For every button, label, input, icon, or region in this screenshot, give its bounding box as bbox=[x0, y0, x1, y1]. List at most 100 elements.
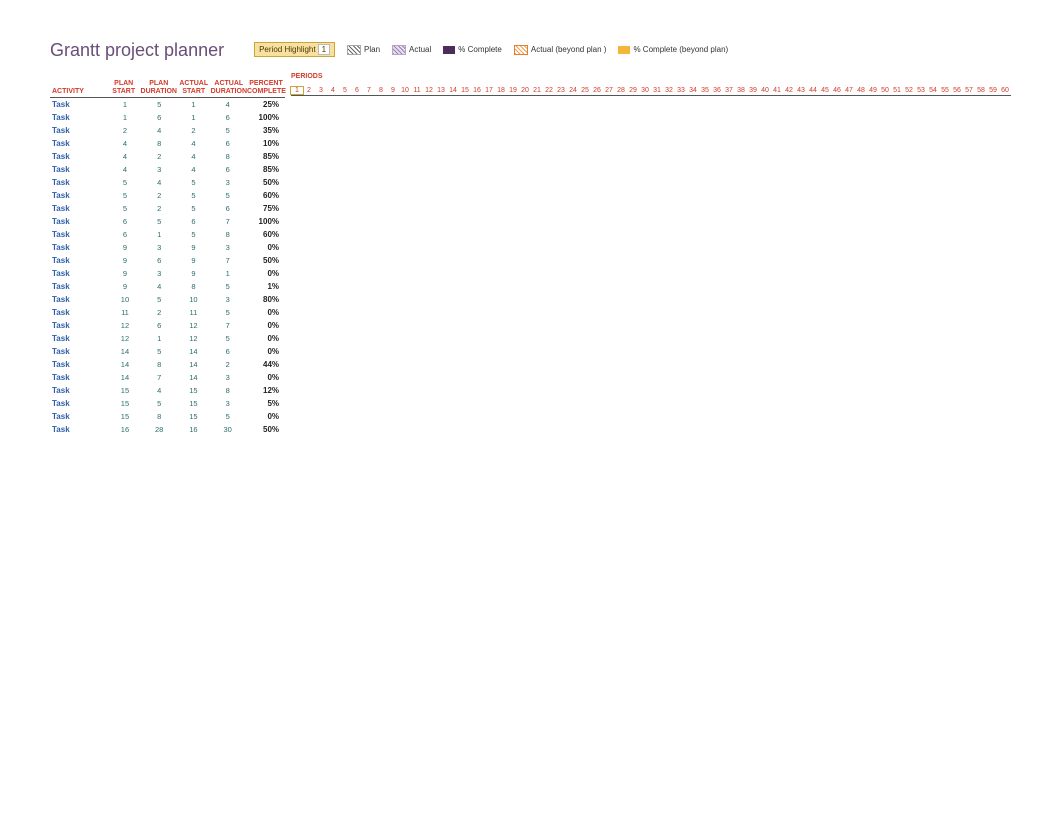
period-number[interactable]: 27 bbox=[603, 87, 615, 94]
period-number[interactable]: 51 bbox=[891, 87, 903, 94]
period-number[interactable]: 28 bbox=[615, 87, 627, 94]
period-number[interactable]: 13 bbox=[435, 87, 447, 94]
period-number[interactable]: 44 bbox=[807, 87, 819, 94]
period-number[interactable]: 58 bbox=[975, 87, 987, 94]
period-number[interactable]: 17 bbox=[483, 87, 495, 94]
table-row[interactable]: Task1628163050% bbox=[50, 423, 285, 436]
table-row[interactable]: Task424885% bbox=[50, 150, 285, 163]
period-number[interactable]: 57 bbox=[963, 87, 975, 94]
table-row[interactable]: Task94851% bbox=[50, 280, 285, 293]
period-number[interactable]: 21 bbox=[531, 87, 543, 94]
period-number[interactable]: 60 bbox=[999, 87, 1011, 94]
period-number[interactable]: 29 bbox=[627, 87, 639, 94]
period-number[interactable]: 56 bbox=[951, 87, 963, 94]
table-row[interactable]: Task615860% bbox=[50, 228, 285, 241]
table-row[interactable]: Task545350% bbox=[50, 176, 285, 189]
period-number[interactable]: 22 bbox=[543, 87, 555, 94]
period-number[interactable]: 30 bbox=[639, 87, 651, 94]
period-number[interactable]: 55 bbox=[939, 87, 951, 94]
period-number[interactable]: 50 bbox=[879, 87, 891, 94]
table-row[interactable]: Task10510380% bbox=[50, 293, 285, 306]
period-number[interactable]: 34 bbox=[687, 87, 699, 94]
period-highlight-box[interactable]: Period Highlight 1 bbox=[254, 42, 335, 57]
period-number[interactable]: 43 bbox=[795, 87, 807, 94]
period-number[interactable]: 37 bbox=[723, 87, 735, 94]
cell-actual-start: 9 bbox=[176, 256, 210, 265]
table-row[interactable]: Task525675% bbox=[50, 202, 285, 215]
period-number[interactable]: 5 bbox=[339, 87, 351, 94]
cell-plan-start: 9 bbox=[108, 256, 142, 265]
cell-actual-start: 5 bbox=[176, 191, 210, 200]
table-row[interactable]: Task484610% bbox=[50, 137, 285, 150]
period-number[interactable]: 24 bbox=[567, 87, 579, 94]
period-number[interactable]: 32 bbox=[663, 87, 675, 94]
cell-activity: Task bbox=[50, 243, 108, 252]
period-number[interactable]: 25 bbox=[579, 87, 591, 94]
table-row[interactable]: Task15415812% bbox=[50, 384, 285, 397]
period-number[interactable]: 8 bbox=[375, 87, 387, 94]
period-number[interactable]: 59 bbox=[987, 87, 999, 94]
period-number[interactable]: 31 bbox=[651, 87, 663, 94]
period-number[interactable]: 48 bbox=[855, 87, 867, 94]
period-number[interactable]: 16 bbox=[471, 87, 483, 94]
period-number[interactable]: 39 bbox=[747, 87, 759, 94]
table-row[interactable]: Task14814244% bbox=[50, 358, 285, 371]
period-number[interactable]: 20 bbox=[519, 87, 531, 94]
period-number[interactable]: 10 bbox=[399, 87, 411, 94]
table-row[interactable]: Task1211250% bbox=[50, 332, 285, 345]
table-row[interactable]: Task969750% bbox=[50, 254, 285, 267]
period-number[interactable]: 40 bbox=[759, 87, 771, 94]
cell-plan-start: 5 bbox=[108, 204, 142, 213]
table-row[interactable]: Task1471430% bbox=[50, 371, 285, 384]
table-row[interactable]: Task1581550% bbox=[50, 410, 285, 423]
table-row[interactable]: Task93930% bbox=[50, 241, 285, 254]
cell-plan-duration: 5 bbox=[142, 295, 176, 304]
period-number[interactable]: 7 bbox=[363, 87, 375, 94]
table-row[interactable]: Task151425% bbox=[50, 98, 285, 111]
cell-actual-start: 4 bbox=[176, 165, 210, 174]
table-row[interactable]: Task434685% bbox=[50, 163, 285, 176]
cell-percent-complete: 0% bbox=[245, 334, 285, 343]
period-number[interactable]: 11 bbox=[411, 87, 423, 94]
period-number[interactable]: 6 bbox=[351, 87, 363, 94]
table-row[interactable]: Task242535% bbox=[50, 124, 285, 137]
period-number[interactable]: 54 bbox=[927, 87, 939, 94]
table-row[interactable]: Task93910% bbox=[50, 267, 285, 280]
period-number[interactable]: 12 bbox=[423, 87, 435, 94]
period-number[interactable]: 47 bbox=[843, 87, 855, 94]
period-number[interactable]: 46 bbox=[831, 87, 843, 94]
table-row[interactable]: Task1551535% bbox=[50, 397, 285, 410]
period-number[interactable]: 33 bbox=[675, 87, 687, 94]
period-number[interactable]: 9 bbox=[387, 87, 399, 94]
period-number[interactable]: 38 bbox=[735, 87, 747, 94]
table-row[interactable]: Task6567100% bbox=[50, 215, 285, 228]
period-number[interactable]: 53 bbox=[915, 87, 927, 94]
period-number[interactable]: 14 bbox=[447, 87, 459, 94]
cell-actual-duration: 8 bbox=[211, 386, 245, 395]
cell-actual-duration: 7 bbox=[211, 321, 245, 330]
period-number[interactable]: 41 bbox=[771, 87, 783, 94]
table-row[interactable]: Task1451460% bbox=[50, 345, 285, 358]
header-plan-start: PLAN START bbox=[107, 80, 141, 95]
period-number[interactable]: 49 bbox=[867, 87, 879, 94]
period-number[interactable]: 15 bbox=[459, 87, 471, 94]
period-number[interactable]: 3 bbox=[315, 87, 327, 94]
period-number[interactable]: 2 bbox=[303, 87, 315, 94]
period-number[interactable]: 18 bbox=[495, 87, 507, 94]
period-number[interactable]: 42 bbox=[783, 87, 795, 94]
period-number[interactable]: 36 bbox=[711, 87, 723, 94]
period-number[interactable]: 45 bbox=[819, 87, 831, 94]
table-row[interactable]: Task525560% bbox=[50, 189, 285, 202]
period-highlight-value[interactable]: 1 bbox=[318, 44, 330, 55]
cell-actual-start: 15 bbox=[176, 412, 210, 421]
table-row[interactable]: Task1121150% bbox=[50, 306, 285, 319]
period-number[interactable]: 26 bbox=[591, 87, 603, 94]
table-row[interactable]: Task1261270% bbox=[50, 319, 285, 332]
period-number[interactable]: 23 bbox=[555, 87, 567, 94]
period-number[interactable]: 35 bbox=[699, 87, 711, 94]
table-row[interactable]: Task1616100% bbox=[50, 111, 285, 124]
period-number[interactable]: 19 bbox=[507, 87, 519, 94]
period-number[interactable]: 1 bbox=[291, 87, 303, 94]
period-number[interactable]: 52 bbox=[903, 87, 915, 94]
period-number[interactable]: 4 bbox=[327, 87, 339, 94]
